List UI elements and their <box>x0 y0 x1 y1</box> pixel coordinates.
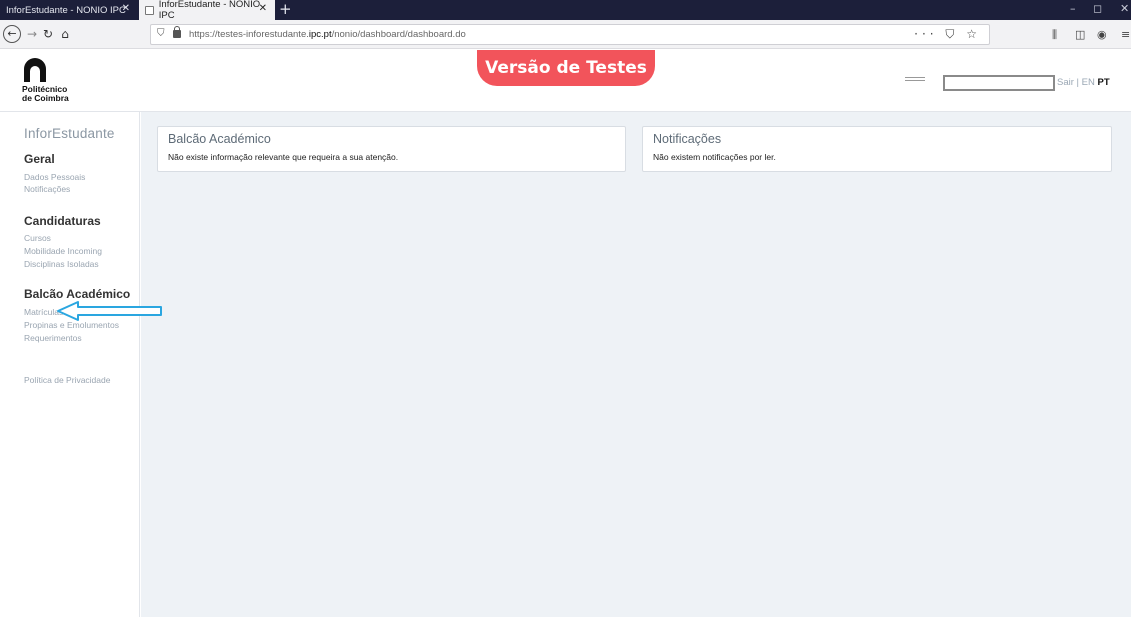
browser-tab-1[interactable]: InforEstudante - NONIO IPC ✕ <box>0 0 138 20</box>
lang-en-link[interactable]: EN <box>1082 77 1095 88</box>
new-tab-button[interactable]: + <box>279 0 295 20</box>
header-links: Sair | EN PT <box>1057 77 1110 88</box>
section-title-geral: Geral <box>24 152 55 166</box>
browser-nav-bar: ← → ↻ ⌂ ⛉ https://testes-inforestudante.… <box>0 20 1131 49</box>
home-icon[interactable]: ⌂ <box>58 25 72 44</box>
browser-tab-bar: InforEstudante - NONIO IPC ✕ InforEstuda… <box>0 0 1131 21</box>
logout-link[interactable]: Sair <box>1057 77 1074 88</box>
sidebar-item-cursos[interactable]: Cursos <box>24 233 51 243</box>
favicon-icon <box>145 5 154 15</box>
politecnico-logo-icon[interactable] <box>24 58 46 82</box>
forward-icon[interactable]: → <box>25 25 39 44</box>
browser-tab-2-active[interactable]: InforEstudante - NONIO IPC ✕ <box>139 0 275 21</box>
back-icon[interactable]: ← <box>3 25 21 43</box>
sidebar-item-notificacoes[interactable]: Notificações <box>24 184 70 194</box>
close-window-icon[interactable]: ✕ <box>1120 2 1129 15</box>
site-header: Politécnico de Coimbra Versão de Testes … <box>0 50 1131 112</box>
url-text[interactable]: https://testes-inforestudante.ipc.pt/non… <box>189 29 466 40</box>
card-balcao-academico: Balcão Académico Não existe informação r… <box>157 126 626 172</box>
minimize-icon[interactable]: – <box>1070 2 1076 15</box>
account-icon[interactable]: ◉ <box>1097 28 1107 41</box>
separator: | <box>1076 77 1080 88</box>
tracking-shield-icon[interactable]: ⛉ <box>157 28 165 39</box>
lock-icon[interactable] <box>173 26 181 38</box>
tab-title: InforEstudante - NONIO IPC <box>6 4 126 16</box>
close-tab-icon[interactable]: ✕ <box>122 3 130 14</box>
main-content: Balcão Académico Não existe informação r… <box>141 112 1131 617</box>
reload-icon[interactable]: ↻ <box>41 25 55 44</box>
menu-icon[interactable]: ≡ <box>1121 28 1130 41</box>
section-title-balcao-academico: Balcão Académico <box>24 287 131 301</box>
lang-pt-link[interactable]: PT <box>1098 77 1110 88</box>
close-tab-icon[interactable]: ✕ <box>259 3 267 14</box>
annotation-arrow-icon <box>57 301 162 321</box>
section-title-candidaturas: Candidaturas <box>24 214 101 228</box>
tab-title: InforEstudante - NONIO IPC <box>158 0 261 21</box>
card-notificacoes: Notificações Não existem notificações po… <box>642 126 1112 172</box>
card-body: Não existem notificações por ler. <box>653 152 776 162</box>
card-body: Não existe informação relevante que requ… <box>168 152 399 162</box>
user-menu-icon[interactable] <box>905 77 925 81</box>
sidebar: InforEstudante Geral Dados Pessoais Noti… <box>0 112 140 617</box>
user-name-field[interactable] <box>943 75 1055 91</box>
url-bar[interactable]: ⛉ https://testes-inforestudante.ipc.pt/n… <box>150 24 990 45</box>
sidebar-icon[interactable]: ◫ <box>1075 28 1085 41</box>
sidebar-item-dados-pessoais[interactable]: Dados Pessoais <box>24 172 85 182</box>
app-title[interactable]: InforEstudante <box>24 126 115 141</box>
card-title[interactable]: Notificações <box>653 132 721 146</box>
test-version-banner: Versão de Testes <box>477 50 655 86</box>
restore-icon[interactable]: ◻ <box>1093 2 1102 15</box>
page-actions-icons[interactable]: ··· ⛉ ☆ <box>914 27 981 42</box>
card-title[interactable]: Balcão Académico <box>168 132 271 146</box>
sidebar-item-disciplinas-isoladas[interactable]: Disciplinas Isoladas <box>24 259 99 269</box>
sidebar-item-requerimentos[interactable]: Requerimentos <box>24 333 82 343</box>
privacy-policy-link[interactable]: Política de Privacidade <box>24 375 110 385</box>
sidebar-item-mobilidade-incoming[interactable]: Mobilidade Incoming <box>24 246 102 256</box>
library-icon[interactable]: ⫼ <box>1052 28 1057 42</box>
logo-text[interactable]: Politécnico de Coimbra <box>22 85 92 103</box>
